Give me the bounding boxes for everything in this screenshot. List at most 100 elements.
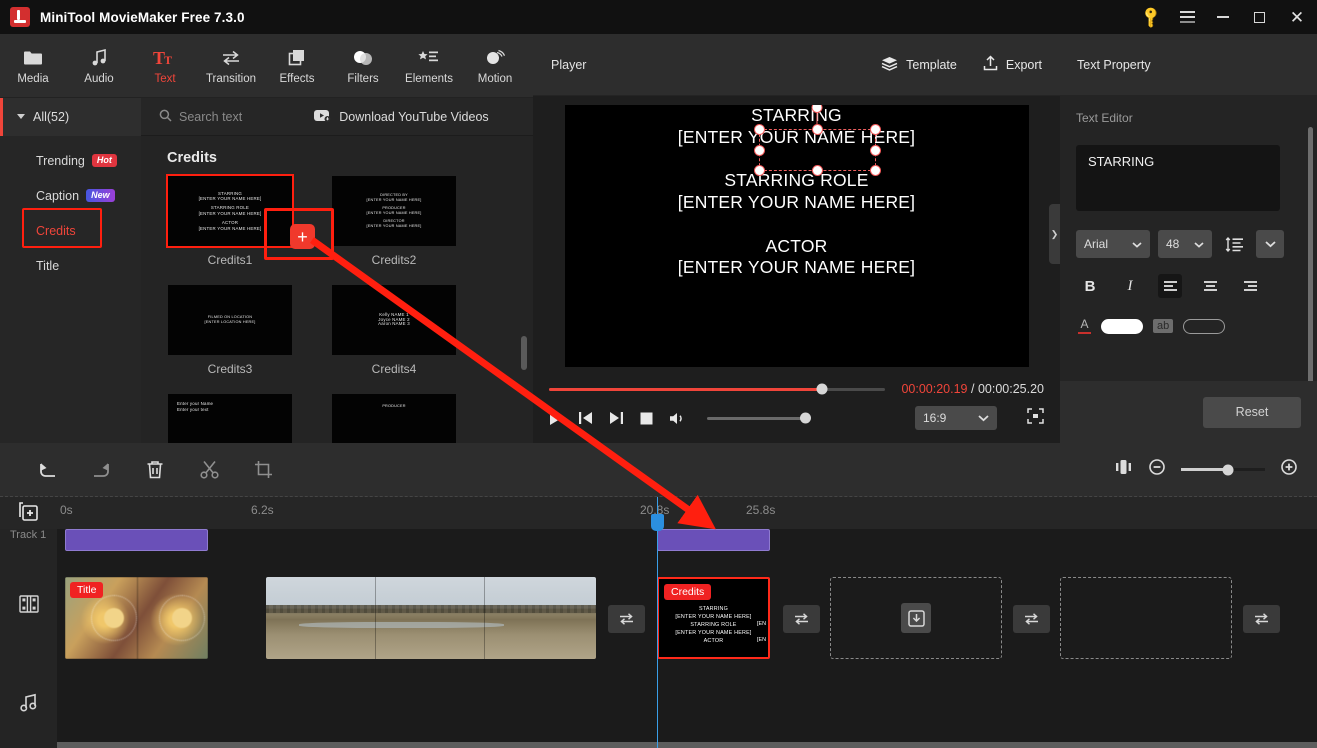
template-thumbnail[interactable]: STARRING [ENTER YOUR NAME HERE] STARRING… [166,174,294,248]
transition-button[interactable] [1013,605,1050,633]
play-icon[interactable] [549,411,562,426]
resize-handle-ne[interactable] [869,124,881,135]
align-right-button[interactable] [1238,274,1262,298]
font-family-select[interactable]: Arial [1076,230,1150,258]
template-card-credits3[interactable]: FILMED ON LOCATION [ENTER LOCATION HERE]… [168,285,292,376]
resize-handle-sw[interactable] [753,165,765,176]
template-card-credits2[interactable]: DIRECTED BY [ENTER YOUR NAME HERE] PRODU… [332,176,456,267]
drop-target-slot[interactable] [830,577,1002,659]
library-scrollbar[interactable] [521,336,527,370]
volume-icon[interactable] [669,411,687,426]
template-card-credits4[interactable]: Kelly NAME 1 Joyce NAME 2 Aaron NAME 3 C… [332,285,456,376]
toolbar-item-text[interactable]: T T Text [132,34,198,98]
category-item-title[interactable]: Title [0,248,141,283]
seek-knob[interactable] [816,383,828,395]
zoom-out-icon[interactable] [1149,459,1165,480]
toolbar-item-elements[interactable]: Elements [396,34,462,98]
template-thumbnail[interactable]: DIRECTED BY [ENTER YOUR NAME HERE] PRODU… [332,176,456,246]
font-color-swatch[interactable] [1101,318,1143,334]
toolbar-item-media[interactable]: Media [0,34,66,98]
split-scissors-icon[interactable] [182,443,236,497]
template-thumbnail[interactable]: PRODUCER [332,394,456,443]
template-card-5[interactable]: Enter your Name Enter your text [168,394,292,443]
aspect-ratio-select[interactable]: 16:9 [915,406,997,430]
timeline-clip-title[interactable]: Title [65,577,208,659]
template-button[interactable]: Template [881,56,957,74]
menu-icon[interactable] [1169,0,1205,34]
category-item-credits[interactable]: Credits [0,213,141,248]
toolbar-item-audio[interactable]: Audio [66,34,132,98]
close-icon[interactable]: ✕ [1277,0,1317,34]
transition-button[interactable] [608,605,645,633]
template-card-credits1[interactable]: STARRING [ENTER YOUR NAME HERE] STARRING… [166,174,294,267]
search-input[interactable]: Search text [159,109,242,125]
italic-button[interactable]: I [1118,274,1142,298]
template-thumbnail[interactable]: Enter your Name Enter your text [168,394,292,443]
transition-button[interactable] [1243,605,1280,633]
more-text-options-button[interactable] [1256,230,1284,258]
volume-slider[interactable] [707,412,811,424]
video-track-header[interactable] [0,551,57,661]
category-item-trending[interactable]: Trending Hot [0,143,141,178]
template-thumbnail[interactable]: Kelly NAME 1 Joyce NAME 2 Aaron NAME 3 [332,285,456,355]
all-filter-dropdown[interactable]: All(52) [0,97,141,136]
drop-target-slot[interactable] [1060,577,1232,659]
fullscreen-icon[interactable] [1027,407,1044,429]
seek-slider[interactable] [549,383,886,395]
redo-icon[interactable] [74,443,128,497]
line-spacing-icon[interactable] [1220,230,1248,258]
video-track-lane[interactable]: Title STARRING [ENTER YOUR NAME HERE] ST… [57,551,1317,661]
crop-icon[interactable] [236,443,290,497]
align-center-button[interactable] [1198,274,1222,298]
template-card-6[interactable]: PRODUCER [332,394,456,443]
timeline-clip-video[interactable] [266,577,596,659]
text-background-swatch[interactable] [1183,318,1226,334]
panel-collapse-toggle[interactable]: ❯ [1049,204,1060,264]
text-clip[interactable] [657,529,770,551]
text-editor-input[interactable]: STARRING [1076,145,1280,211]
toolbar-item-effects[interactable]: Effects [264,34,330,98]
resize-handle-n[interactable] [811,124,823,135]
toolbar-item-motion[interactable]: Motion [462,34,528,98]
resize-handle-se[interactable] [869,165,881,176]
zoom-in-icon[interactable] [1281,459,1297,480]
export-button[interactable]: Export [983,55,1042,74]
text-clip[interactable] [65,529,208,551]
resize-handle-nw[interactable] [753,124,765,135]
audio-track-lane[interactable] [57,661,1317,748]
volume-knob[interactable] [800,412,811,424]
previous-frame-icon[interactable] [578,411,593,425]
add-media-icon[interactable] [18,501,40,528]
minimize-icon[interactable] [1205,0,1241,34]
align-left-button[interactable] [1158,274,1182,298]
maximize-icon[interactable] [1241,0,1277,34]
undo-icon[interactable] [20,443,74,497]
next-frame-icon[interactable] [609,411,624,425]
key-icon[interactable]: 🔑 [1133,0,1169,34]
category-item-caption[interactable]: Caption New [0,178,141,213]
audio-track-header[interactable] [0,661,57,748]
text-track-lane[interactable] [57,529,1317,551]
download-youtube-button[interactable]: Download YouTube Videos [314,109,489,125]
delete-icon[interactable] [128,443,182,497]
resize-handle-e[interactable] [869,144,881,156]
font-size-select[interactable]: 48 [1158,230,1212,258]
bold-button[interactable]: B [1078,274,1102,298]
timeline-zoom-slider[interactable] [1181,464,1265,475]
text-selection-box[interactable] [753,105,881,176]
player-stage[interactable]: STARRING [ENTER YOUR NAME HERE] STARRING… [564,105,1029,367]
split-view-icon[interactable] [1114,459,1133,480]
reset-button[interactable]: Reset [1203,396,1301,428]
timeline-clip-credits[interactable]: STARRING [ENTER YOUR NAME HERE] STARRING… [657,577,770,659]
transition-button[interactable] [783,605,820,633]
toolbar-item-filters[interactable]: Filters [330,34,396,98]
template-thumbnail[interactable]: FILMED ON LOCATION [ENTER LOCATION HERE] [168,285,292,355]
property-scrollbar[interactable] [1308,127,1313,385]
playhead-handle[interactable] [651,514,664,531]
resize-handle-w[interactable] [753,144,765,156]
stop-icon[interactable] [640,412,653,425]
toolbar-item-transition[interactable]: Transition [198,34,264,98]
timeline-horizontal-scrollbar[interactable] [57,742,1317,748]
zoom-knob[interactable] [1222,464,1234,475]
resize-handle-s[interactable] [811,165,823,176]
